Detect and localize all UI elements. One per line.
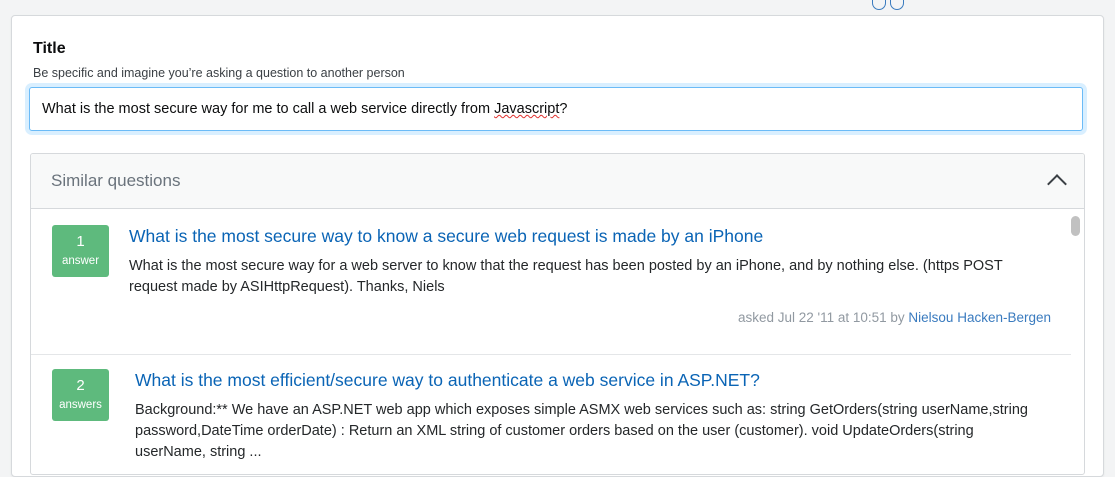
answer-count: 2 — [76, 377, 85, 394]
answer-count-badge: 2 answers — [52, 369, 109, 421]
answer-count: 1 — [76, 233, 85, 250]
question-excerpt: Background:** We have an ASP.NET web app… — [135, 402, 1028, 460]
similar-question-item: 2 answers What is the most efficient/sec… — [31, 354, 1071, 474]
similar-question-item: 1 answer What is the most secure way to … — [31, 210, 1071, 355]
top-icons — [872, 0, 904, 10]
user-link[interactable]: Nielsou Hacken-Bergen — [908, 310, 1051, 325]
question-meta: asked Jul 22 '11 at 10:51 by Nielsou Hac… — [738, 310, 1051, 325]
title-help-text: Be specific and imagine you’re asking a … — [33, 66, 405, 80]
chevron-up-icon[interactable] — [1047, 174, 1067, 194]
avatar-icon — [890, 0, 904, 10]
question-title-link[interactable]: What is the most secure way to know a se… — [129, 226, 763, 247]
question-title-link[interactable]: What is the most efficient/secure way to… — [135, 370, 760, 391]
ask-question-card: Title Be specific and imagine you’re ask… — [11, 15, 1104, 477]
title-label: Title — [33, 40, 66, 57]
scrollbar-thumb[interactable] — [1071, 216, 1080, 236]
title-input[interactable]: What is the most secure way for me to ca… — [29, 87, 1083, 131]
avatar-icon — [872, 0, 886, 10]
similar-questions-title: Similar questions — [51, 171, 181, 190]
title-input-text: What is the most secure way for me to ca… — [42, 101, 568, 117]
misspelled-word: Javascript — [494, 101, 560, 117]
question-excerpt: What is the most secure way for a web se… — [129, 258, 1003, 295]
similar-questions-panel: Similar questions 1 answer What is the m… — [30, 153, 1085, 475]
answer-count-label: answers — [59, 399, 102, 411]
answer-count-label: answer — [61, 255, 100, 267]
similar-questions-header[interactable]: Similar questions — [31, 154, 1084, 209]
asked-date: asked Jul 22 '11 at 10:51 by — [737, 310, 905, 325]
answer-count-badge: 1 answer — [52, 225, 109, 277]
